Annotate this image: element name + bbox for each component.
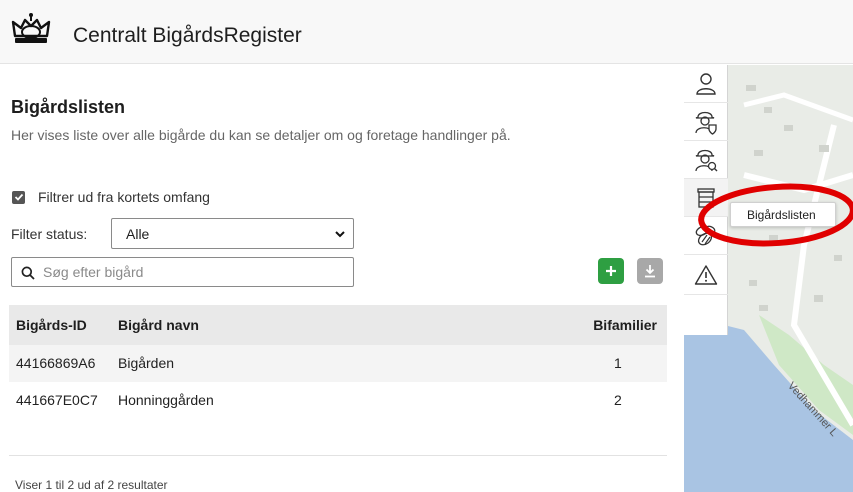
- results-count: Viser 1 til 2 ud af 2 resultater: [15, 478, 168, 492]
- table-header: Bigårds-ID Bigård navn Bifamilier: [9, 305, 667, 345]
- plus-icon: [606, 266, 616, 276]
- table-row[interactable]: 44166869A6 Bigården 1: [9, 345, 667, 382]
- cell-name: Bigården: [118, 355, 175, 371]
- filter-status-label: Filter status:: [11, 226, 88, 242]
- tooltip: Bigårdslisten: [730, 202, 836, 227]
- app-title: Centralt BigårdsRegister: [73, 24, 302, 47]
- map-extent-filter[interactable]: Filtrer ud fra kortets omfang: [12, 189, 210, 205]
- beekeeper-shield-icon: [695, 111, 717, 135]
- page-title: Bigårdslisten: [11, 97, 126, 117]
- search-field[interactable]: [11, 257, 354, 287]
- beehive-list-icon: [697, 187, 715, 208]
- toolbar-item-person[interactable]: [684, 65, 728, 103]
- map-extent-checkbox[interactable]: [12, 190, 25, 204]
- divider: [9, 455, 667, 456]
- cell-bifamilier: 1: [614, 355, 622, 371]
- toolbar-item-beekeeper-search[interactable]: [684, 141, 728, 179]
- add-bigaard-button[interactable]: [598, 258, 624, 284]
- bee-icon: [695, 225, 716, 245]
- cell-bifamilier: 2: [614, 392, 622, 408]
- cell-name: Honninggården: [118, 392, 214, 408]
- download-icon: [645, 265, 655, 278]
- toolbar-item-bee[interactable]: [684, 217, 728, 255]
- cell-id: 441667E0C7: [16, 392, 98, 408]
- page-subtitle: Her vises liste over alle bigårde du kan…: [11, 127, 511, 143]
- person-icon: [696, 72, 716, 95]
- warning-icon: [694, 264, 718, 285]
- toolbar-item-beekeeper-shield[interactable]: [684, 103, 728, 141]
- column-header-bifamilier[interactable]: Bifamilier: [593, 317, 657, 333]
- cell-id: 44166869A6: [16, 355, 96, 371]
- column-header-id[interactable]: Bigårds-ID: [16, 317, 87, 333]
- check-icon: [14, 193, 23, 201]
- chevron-down-icon: [335, 231, 345, 238]
- download-button[interactable]: [637, 258, 663, 284]
- filter-status-select[interactable]: Alle: [111, 218, 354, 249]
- crown-icon: [11, 13, 51, 43]
- filter-status-value: Alle: [126, 226, 150, 242]
- tooltip-text: Bigårdslisten: [747, 208, 816, 222]
- beekeeper-search-icon: [695, 149, 718, 171]
- app-header: Centralt BigårdsRegister: [0, 0, 853, 64]
- toolbar-item-warning[interactable]: [684, 255, 728, 295]
- search-input[interactable]: [43, 259, 343, 285]
- map-toolbar: [684, 65, 728, 335]
- bigaard-list-panel: Bigårdslisten Her vises liste over alle …: [0, 65, 684, 492]
- search-icon: [21, 266, 35, 280]
- table-row[interactable]: 441667E0C7 Honninggården 2: [9, 382, 667, 419]
- map-extent-label: Filtrer ud fra kortets omfang: [38, 189, 210, 205]
- column-header-name[interactable]: Bigård navn: [118, 317, 199, 333]
- bigaard-table: Bigårds-ID Bigård navn Bifamilier 441668…: [9, 305, 667, 419]
- toolbar-item-bigaardslisten[interactable]: [684, 179, 728, 217]
